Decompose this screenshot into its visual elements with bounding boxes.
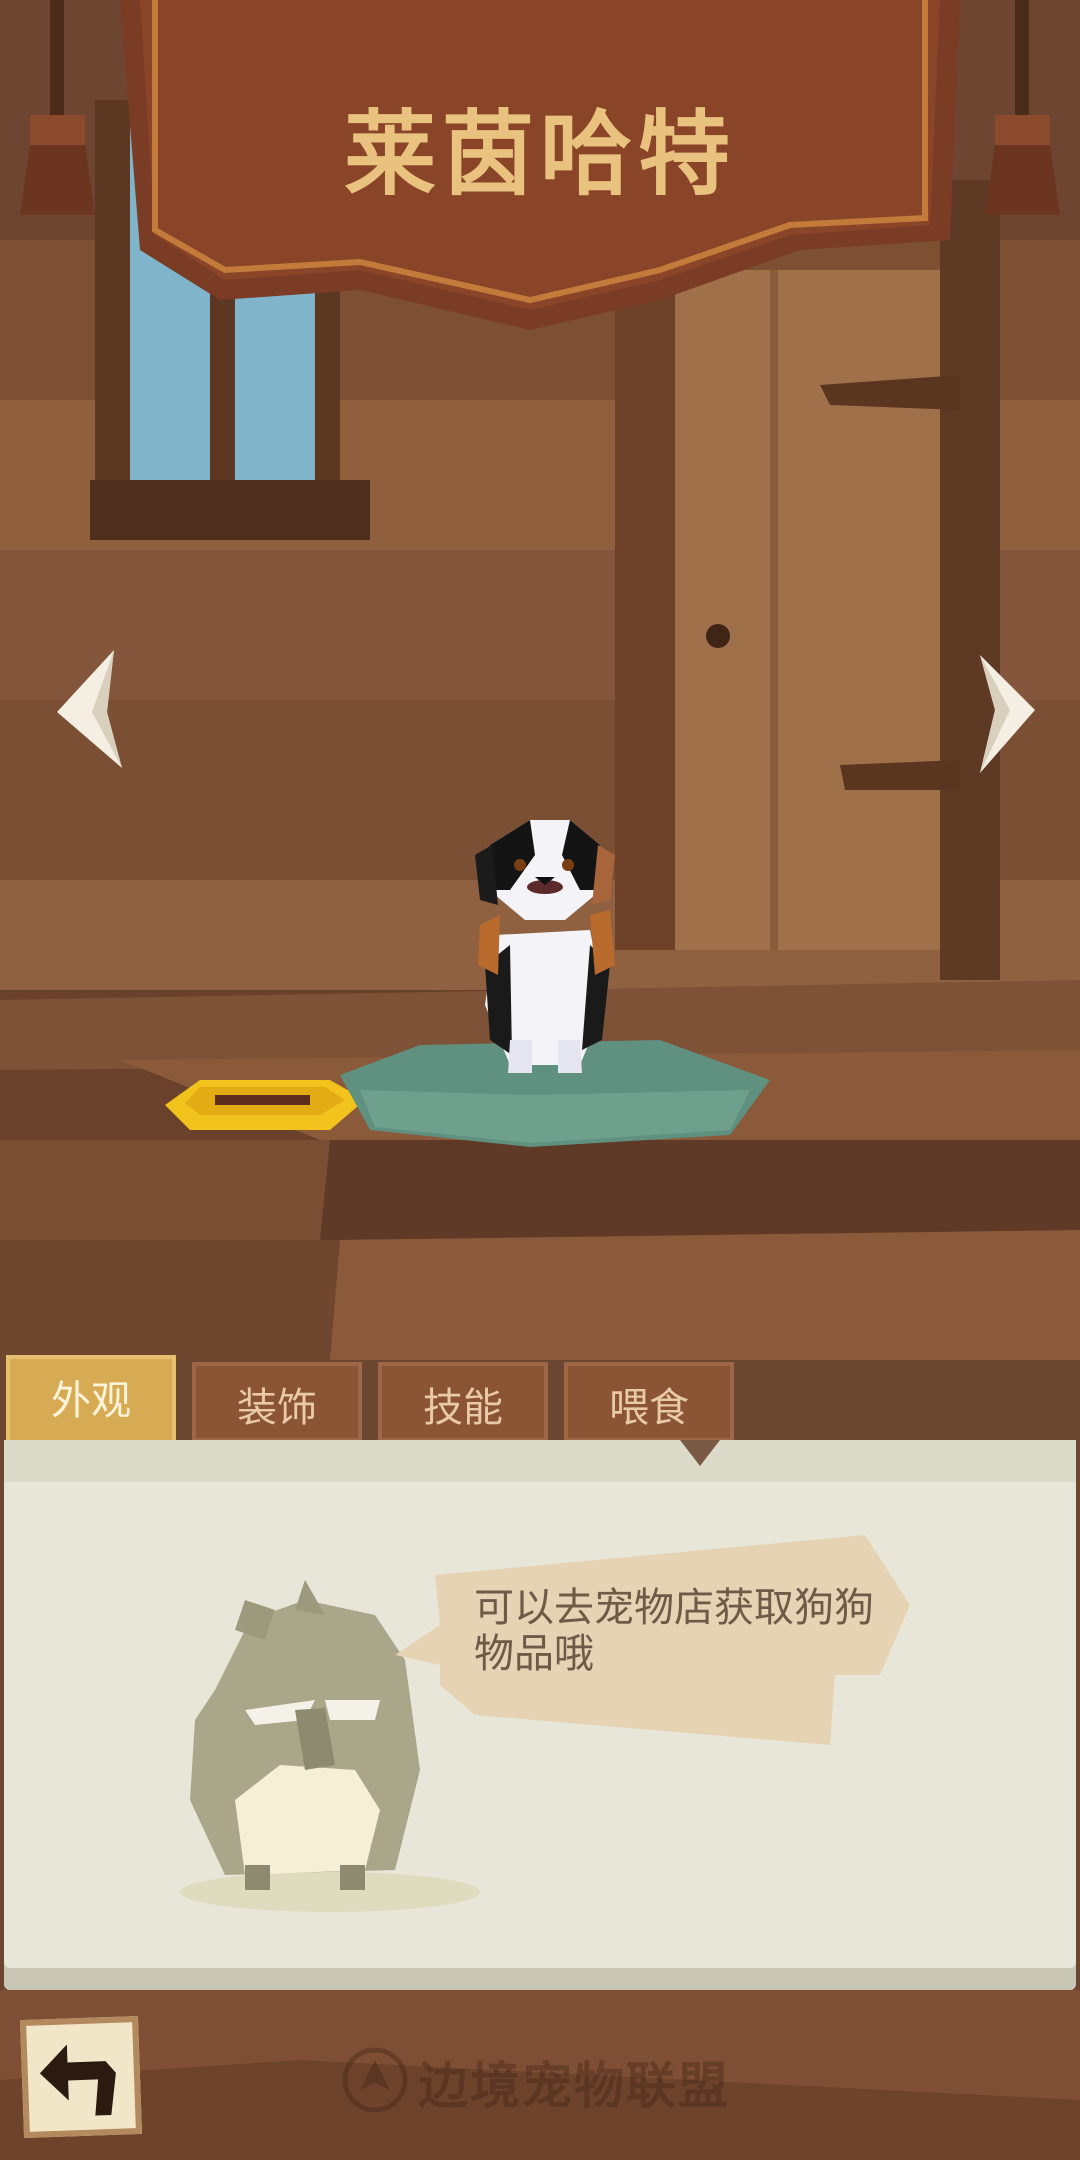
tab-appearance[interactable]: 外观 (6, 1355, 176, 1445)
chevron-left-icon (57, 650, 122, 768)
tab-appearance-label: 外观 (51, 1378, 131, 1424)
dog-character[interactable] (470, 815, 620, 1075)
tab-decoration-label: 装饰 (237, 1385, 317, 1431)
tab-feed[interactable]: 喂食 (564, 1362, 734, 1442)
chevron-right-icon (980, 655, 1035, 773)
panel-notch (680, 1440, 720, 1466)
back-button[interactable] (19, 2015, 143, 2139)
tab-feed-label: 喂食 (609, 1385, 689, 1431)
tab-skills-label: 技能 (423, 1385, 503, 1431)
door-knob (706, 624, 730, 648)
panel-top-band (4, 1440, 1076, 1482)
watermark-emblem-icon (342, 2047, 408, 2113)
watermark-logo: 边境宠物联盟 (340, 2040, 760, 2120)
tassel-right (985, 0, 1060, 215)
speech-bubble-text: 可以去宠物店获取狗狗物品哦 (474, 1585, 874, 1677)
tab-decoration[interactable]: 装饰 (192, 1362, 362, 1442)
game-screen: 莱茵哈特 外观 装饰 技能 喂食 可以去宠物店获取狗狗物品哦 边境宠物联盟 (0, 0, 1080, 2160)
watermark-text: 边境宠物联盟 (418, 2057, 730, 2115)
tab-skills[interactable]: 技能 (378, 1362, 548, 1442)
back-arrow-icon (39, 2044, 116, 2116)
tassel-left (20, 0, 95, 215)
next-pet-button[interactable] (970, 655, 1050, 785)
previous-pet-button[interactable] (52, 650, 132, 780)
pet-name-title: 莱茵哈特 (343, 101, 736, 208)
